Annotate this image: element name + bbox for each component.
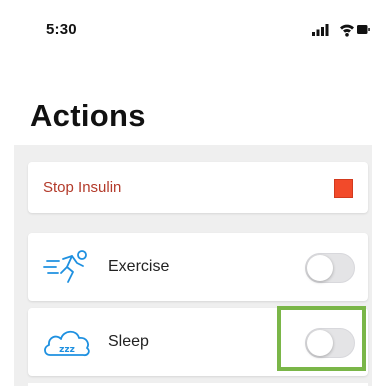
sleep-label: Sleep [108,333,149,350]
exercise-label: Exercise [108,258,170,275]
highlight-box [277,306,366,371]
exercise-icon [43,250,87,283]
page-title: Actions [30,98,146,133]
header: Actions [0,60,372,145]
status-icons [312,24,370,37]
sleep-icon: zzz [44,330,90,357]
battery-icon [357,25,370,34]
wifi-icon [340,24,354,37]
status-time: 5:30 [46,21,77,38]
status-bar: 5:30 [0,0,372,60]
stop-insulin-row[interactable]: Stop Insulin [28,162,368,213]
stop-insulin-label: Stop Insulin [43,179,122,196]
exercise-toggle[interactable] [305,253,355,283]
svg-text:zzz: zzz [59,345,75,355]
signal-icon [312,24,329,36]
exercise-toggle-knob [307,255,333,281]
stop-insulin-indicator[interactable] [334,179,353,198]
exercise-row: Exercise [28,233,368,301]
